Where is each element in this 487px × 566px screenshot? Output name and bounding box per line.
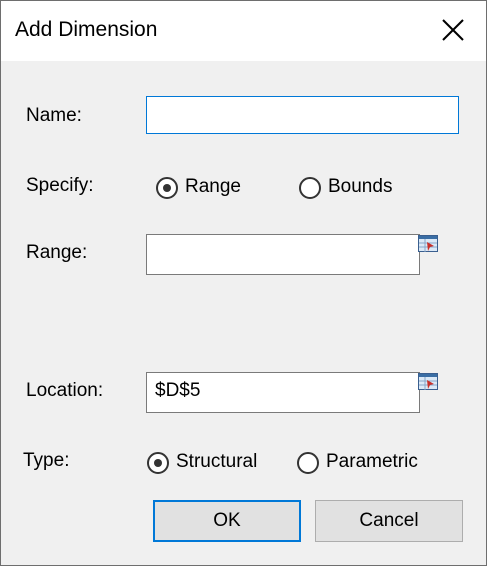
type-parametric-label: Parametric (326, 451, 418, 472)
cancel-button[interactable]: Cancel (315, 500, 463, 542)
type-parametric-radio[interactable]: Parametric (297, 451, 437, 479)
range-field[interactable] (146, 234, 420, 275)
specify-bounds-label: Bounds (328, 176, 393, 197)
ok-button[interactable]: OK (153, 500, 301, 542)
specify-label: Specify: (26, 175, 94, 196)
specify-bounds-radio[interactable]: Bounds (299, 176, 409, 204)
radio-selected-icon (147, 452, 169, 474)
dialog-title: Add Dimension (15, 18, 158, 41)
range-label: Range: (26, 242, 88, 263)
radio-unselected-icon (299, 177, 321, 199)
close-icon[interactable] (433, 11, 473, 51)
type-structural-label: Structural (176, 451, 258, 472)
radio-selected-icon (156, 177, 178, 199)
name-label: Name: (26, 105, 82, 126)
type-structural-radio[interactable]: Structural (147, 451, 282, 479)
name-field[interactable] (146, 96, 459, 134)
title-bar: Add Dimension (1, 1, 486, 61)
location-field[interactable]: $D$5 (146, 372, 420, 413)
specify-range-radio[interactable]: Range (156, 176, 256, 204)
add-dimension-dialog: Add Dimension Name: Specify: Range Bound… (0, 0, 487, 566)
location-picker-icon[interactable] (418, 373, 438, 391)
radio-unselected-icon (297, 452, 319, 474)
type-label: Type: (23, 450, 70, 471)
range-picker-icon[interactable] (418, 235, 438, 253)
location-label: Location: (26, 380, 104, 401)
specify-range-label: Range (185, 176, 241, 197)
